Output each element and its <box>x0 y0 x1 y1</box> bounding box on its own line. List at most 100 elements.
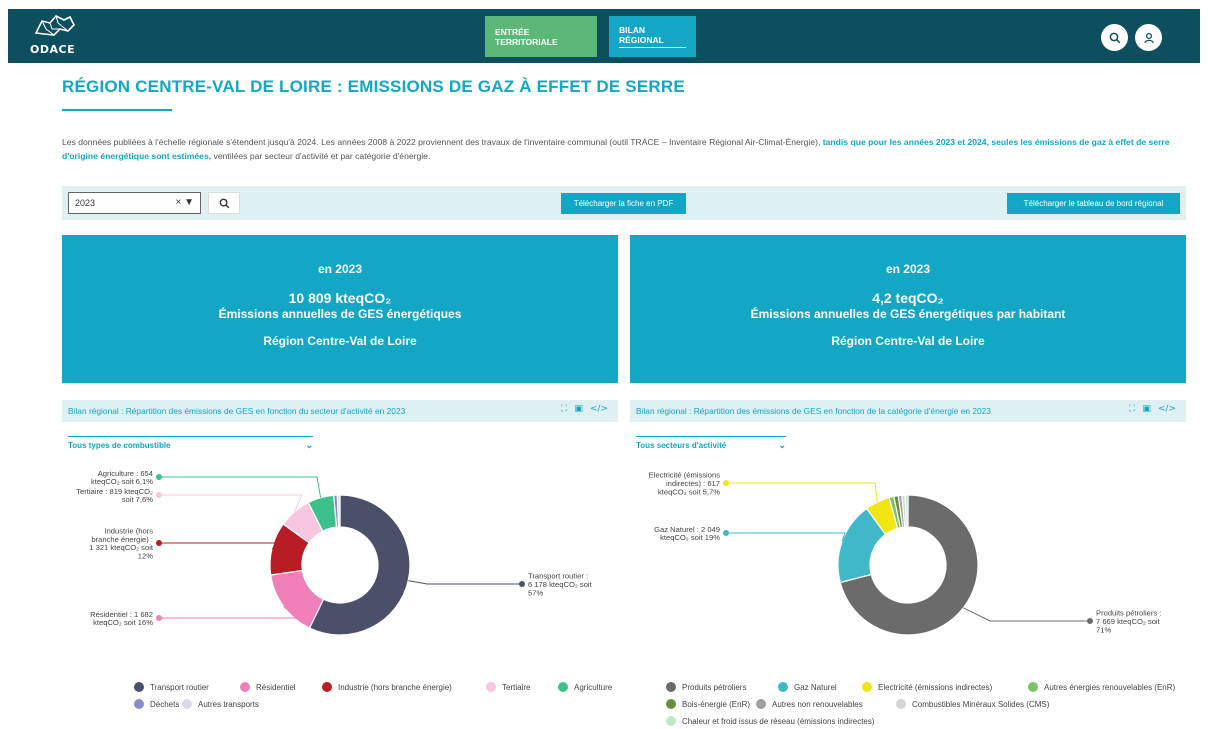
legend-label: Résidentiel <box>256 682 296 692</box>
legend-item[interactable]: Tertiaire <box>486 682 530 692</box>
kpi-region: Région Centre-Val de Loire <box>263 334 417 348</box>
legend-swatch <box>240 682 250 692</box>
label-dot <box>156 540 162 546</box>
data-label: Produits pétroliers :7 669 kteqCO₂ soit 7… <box>1096 609 1161 635</box>
legend-swatch <box>666 699 676 709</box>
kpi-card-per-capita: en 2023 4,2 teqCO₂ Émissions annuelles d… <box>630 235 1186 383</box>
kpi-label: Émissions annuelles de GES énergétiques <box>218 307 462 321</box>
sector-filter-dropdown[interactable]: Tous secteurs d'activité ⌄ <box>636 436 786 452</box>
donut-chart-sector: Transport routier :6 178 kteqCO₂ soit 57%… <box>76 469 593 636</box>
embed-code-icon[interactable]: </> <box>1158 404 1176 414</box>
legend-item[interactable]: Chaleur et froid issus de réseau (émissi… <box>666 716 875 726</box>
legend-label: Tertiaire <box>502 682 531 692</box>
chevron-down-icon: ⌄ <box>778 440 786 450</box>
legend-swatch <box>558 682 568 692</box>
data-label: Gaz Naturel : 2 049 kteqCO₂ soit 19% <box>654 525 720 542</box>
fullscreen-icon[interactable]: ⛶ <box>1129 404 1135 414</box>
legend-item[interactable]: Autres transports <box>182 699 259 709</box>
data-label: Transport routier :6 178 kteqCO₂ soit 57% <box>528 572 593 598</box>
panel-title: Bilan régional : Répartition des émissio… <box>68 406 406 416</box>
year-toolbar: 2023 × ▼ Télécharger la fiche en PDF Tél… <box>62 186 1186 220</box>
kpi-region: Région Centre-Val de Loire <box>831 334 985 348</box>
filter-value: Tous types de combustible <box>68 441 171 450</box>
legend-item[interactable]: Transport routier <box>134 682 209 692</box>
legend-swatch <box>1028 682 1038 692</box>
panel-header-sector: Bilan régional : Répartition des émissio… <box>62 400 618 422</box>
legend-swatch <box>756 699 766 709</box>
legend-swatch <box>778 682 788 692</box>
legend-swatch <box>134 682 144 692</box>
intro-text-2: ventilées par secteur d'activité et par … <box>211 151 431 161</box>
search-icon <box>219 198 229 208</box>
legend-label: Combustibles Minéraux Solides (CMS) <box>912 699 1050 709</box>
intro-paragraph: Les données publiées à l'échelle régiona… <box>62 135 1182 163</box>
label-dot <box>723 530 729 536</box>
legend-item[interactable]: Bois-énergie (EnR) <box>666 699 750 709</box>
legend-swatch <box>666 716 676 726</box>
legend-item[interactable]: Produits pétroliers <box>666 682 746 692</box>
nav-bilan-regional[interactable]: BILAN RÉGIONAL <box>609 16 696 57</box>
data-label: Electricité (émissions indirectes) : 617 k… <box>649 471 721 497</box>
legend-sector: Transport routier Résidentiel Industrie (h… <box>62 682 622 722</box>
legend-swatch <box>486 682 496 692</box>
logo-text: ODACE <box>30 43 76 56</box>
legend-item[interactable]: Industrie (hors branche énergie) <box>322 682 452 692</box>
fuel-filter-dropdown[interactable]: Tous types de combustible ⌄ <box>68 436 313 452</box>
pdf-export-icon[interactable]: ▣ <box>574 404 583 414</box>
data-label: Industrie (hors branche énergie) :1 321 k… <box>89 526 154 560</box>
legend-label: Bois-énergie (EnR) <box>682 699 751 709</box>
top-navbar: ODACE ENTRÉE TERRITORIALE BILAN RÉGIONAL <box>8 9 1200 63</box>
data-label: Agriculture : 654 kteqCO₂ soit 6,1% <box>91 469 153 486</box>
download-dashboard-button[interactable]: Télécharger le tableau de bord régional <box>1007 193 1180 214</box>
label-dot <box>1087 618 1093 624</box>
label-dot <box>723 480 729 486</box>
legend-label: Electricité (émissions indirectes) <box>878 682 993 692</box>
embed-code-icon[interactable]: </> <box>590 404 608 414</box>
pdf-export-icon[interactable]: ▣ <box>1142 404 1151 414</box>
panel-header-energy: Bilan régional : Répartition des émissio… <box>630 400 1186 422</box>
donut-chart-energy: Produits pétroliers :7 669 kteqCO₂ soit 7… <box>649 471 1161 636</box>
fullscreen-icon[interactable]: ⛶ <box>561 404 567 414</box>
kpi-year: en 2023 <box>885 262 931 276</box>
page-title: RÉGION CENTRE-VAL DE LOIRE : EMISSIONS D… <box>62 77 685 96</box>
year-search-button[interactable] <box>208 192 240 214</box>
legend-label: Chaleur et froid issus de réseau (émissi… <box>682 716 875 726</box>
legend-item[interactable]: Combustibles Minéraux Solides (CMS) <box>896 699 1049 709</box>
legend-swatch <box>666 682 676 692</box>
title-underline <box>62 109 172 111</box>
legend-label: Industrie (hors branche énergie) <box>338 682 452 692</box>
caret-down-icon[interactable]: ▼ <box>184 197 194 208</box>
clear-icon[interactable]: × <box>175 197 181 208</box>
legend-item[interactable]: Autres énergies renouvelables (EnR) <box>1028 682 1175 692</box>
kpi-card-total: en 2023 10 809 kteqCO₂ Émissions annuell… <box>62 235 618 383</box>
label-connector <box>159 494 303 513</box>
legend-energy: Produits pétroliers Gaz Naturel Electricit… <box>630 682 1208 729</box>
legend-swatch <box>134 699 144 709</box>
odace-logo[interactable]: ODACE <box>30 13 78 59</box>
search-button[interactable] <box>1101 24 1128 51</box>
legend-item[interactable]: Electricité (émissions indirectes) <box>862 682 992 692</box>
label-dot <box>156 492 162 498</box>
kpi-value: 10 809 kteqCO₂ <box>288 290 392 306</box>
label-connector <box>726 482 878 503</box>
filter-value: Tous secteurs d'activité <box>636 441 727 450</box>
legend-item[interactable]: Déchets <box>134 699 179 709</box>
legend-swatch <box>182 699 192 709</box>
legend-label: Autres énergies renouvelables (EnR) <box>1044 682 1176 692</box>
user-icon <box>1143 32 1154 43</box>
download-pdf-button[interactable]: Télécharger la fiche en PDF <box>561 193 686 214</box>
label-connector <box>963 607 1090 622</box>
nav-entree-territoriale[interactable]: ENTRÉE TERRITORIALE <box>485 16 597 57</box>
legend-item[interactable]: Résidentiel <box>240 682 296 692</box>
legend-label: Gaz Naturel <box>794 682 837 692</box>
legend-label: Transport routier <box>150 682 209 692</box>
data-label: Tertiaire : 819 kteqCO₂ soit 7,6% <box>76 487 153 504</box>
legend-swatch <box>862 682 872 692</box>
legend-item[interactable]: Gaz Naturel <box>778 682 837 692</box>
label-dot <box>156 615 162 621</box>
legend-item[interactable]: Agriculture <box>558 682 612 692</box>
legend-swatch <box>896 699 906 709</box>
legend-item[interactable]: Autres non renouvelables <box>756 699 863 709</box>
user-button[interactable] <box>1135 24 1162 51</box>
year-select[interactable]: 2023 × ▼ <box>68 192 201 214</box>
